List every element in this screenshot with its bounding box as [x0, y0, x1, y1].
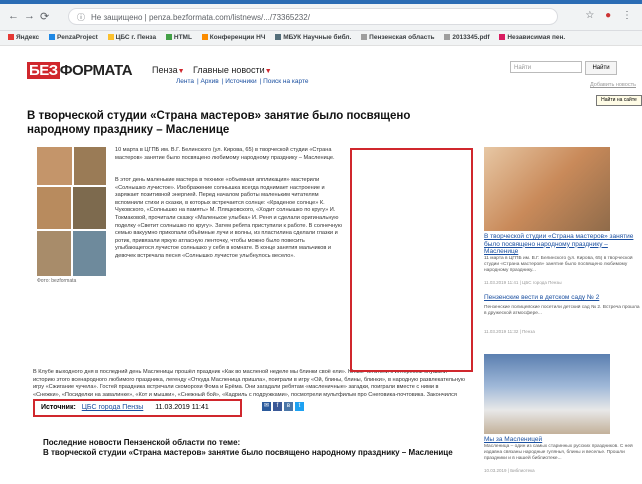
add-news-link[interactable]: Добавить новость: [590, 82, 636, 88]
ad-placeholder: [350, 148, 473, 372]
bookmark-item[interactable]: 2013345.pdf: [444, 34, 490, 41]
forward-icon[interactable]: →: [24, 10, 35, 22]
latest-heading: Последние новости Пензенской области по …: [43, 438, 241, 447]
subnav-link[interactable]: Поиск на карте: [263, 78, 308, 85]
bookmark-icon: [48, 34, 55, 41]
sidebar-item-text: 11 марта в ЦГПБ им. В.Г. Белинского (ул.…: [484, 255, 633, 273]
sidebar-item-date: 11.03.2019 11:32 | Пенза: [484, 328, 535, 334]
dropdown-icon: ▼: [264, 68, 272, 75]
article-title: В творческой студии «Страна мастеров» за…: [27, 110, 411, 136]
city-label: Пенза: [152, 65, 178, 75]
sidebar-news-item[interactable]: В творческой студии «Страна мастеров» за…: [484, 147, 642, 285]
source-label: Источник:: [41, 404, 76, 411]
bookmark-icon: [444, 34, 451, 41]
sidebar-thumbnail[interactable]: [484, 354, 610, 434]
sub-navigation: Лента | Архив | Источники | Поиск на карте: [176, 78, 309, 85]
bookmark-item[interactable]: HTML: [165, 34, 192, 41]
star-icon[interactable]: ☆: [585, 10, 594, 21]
main-news-label: Главные новости: [193, 65, 265, 75]
sidebar-item-title[interactable]: Мы за Масленицей: [484, 436, 642, 444]
sidebar-item-text: Масленица – один из самых старинных русс…: [484, 443, 633, 461]
vk-share-icon[interactable]: в: [284, 402, 293, 411]
subnav-link[interactable]: Источники: [225, 78, 256, 85]
bookmark-item[interactable]: Конференции НЧ: [201, 34, 265, 41]
bookmark-item[interactable]: PenzaProject: [48, 34, 98, 41]
twitter-share-icon[interactable]: t: [295, 402, 304, 411]
source-link[interactable]: ЦБС города Пензы: [82, 404, 144, 411]
logo-dark-part: ФОРМАТА: [59, 62, 133, 79]
web-page: БЕЗ ФОРМАТА Пенза▼ Главные новости▼ Лента…: [0, 46, 642, 484]
latest-title[interactable]: В творческой студии «Страна мастеров» за…: [43, 448, 463, 458]
site-logo[interactable]: БЕЗ ФОРМАТА: [27, 62, 133, 79]
url-text: Не защищено | penza.bezformata.com/listn…: [91, 13, 310, 22]
bookmark-item[interactable]: Независимая пен.: [499, 34, 565, 41]
bookmark-item[interactable]: МБУК Научные библ.: [275, 34, 351, 41]
bookmark-icon: [107, 34, 114, 41]
search-button[interactable]: Найти: [585, 61, 617, 75]
back-icon[interactable]: ←: [8, 10, 19, 22]
logo-red-part: БЕЗ: [27, 62, 60, 79]
sidebar-news-item[interactable]: Пензенские вести в детском саду № 2 Пенз…: [484, 294, 642, 334]
dropdown-icon: ▼: [177, 68, 185, 75]
extension-icon[interactable]: ●: [605, 10, 611, 21]
top-navigation: Пенза▼ Главные новости▼: [152, 65, 272, 75]
email-share-icon[interactable]: ✉: [262, 402, 271, 411]
photo-caption: Фото: bezformata: [37, 278, 77, 284]
city-selector[interactable]: Пенза▼: [152, 65, 185, 75]
article-photo[interactable]: [37, 147, 72, 185]
menu-icon[interactable]: ⋮: [622, 10, 632, 21]
reload-icon[interactable]: ⟳: [40, 10, 49, 23]
latest-news-block: Последние новости Пензенской области по …: [43, 438, 463, 458]
article-paragraph: 10 марта в ЦГПБ им. В.Г. Белинского (ул.…: [115, 147, 335, 161]
sidebar-item-text: Пензенские полицейские посетили детский …: [484, 304, 640, 316]
bookmarks-bar: Яндекс PenzaProject ЦБС г. Пенза HTML Ко…: [0, 31, 642, 46]
site-search-input[interactable]: Найти: [510, 61, 582, 73]
article-photo[interactable]: [74, 147, 106, 185]
info-icon[interactable]: ⓘ: [77, 9, 85, 24]
address-bar[interactable]: ⓘ Не защищено | penza.bezformata.com/lis…: [68, 8, 558, 25]
bookmark-icon: [201, 34, 208, 41]
bookmark-icon: [165, 34, 172, 41]
browser-toolbar: ← → ⟳ ⓘ Не защищено | penza.bezformata.c…: [0, 4, 642, 31]
article-photo[interactable]: [37, 187, 71, 229]
sidebar-item-date: 11.03.2019 11:41 | ЦБС города Пензы: [484, 279, 562, 285]
article-paragraph: В Клубе выходного дня в последний день М…: [33, 369, 465, 398]
sidebar-item-date: 10.03.2019 | Библиотека: [484, 467, 535, 473]
subnav-link[interactable]: Лента: [176, 78, 194, 85]
facebook-share-icon[interactable]: f: [273, 402, 282, 411]
source-info: Источник: ЦБС города Пензы 11.03.2019 11…: [33, 399, 242, 417]
sidebar-item-title[interactable]: В творческой студии «Страна мастеров» за…: [484, 233, 642, 256]
article-paragraph: В этот день маленькие мастера в технике …: [115, 177, 343, 259]
browser-actions: ☆ ● ⋮: [585, 10, 632, 21]
source-date: 11.03.2019 11:41: [155, 404, 209, 411]
bookmark-icon: [361, 34, 368, 41]
sidebar-thumbnail[interactable]: [484, 147, 610, 231]
bookmark-item[interactable]: Пензенская область: [361, 34, 435, 41]
bookmark-item[interactable]: ЦБС г. Пенза: [107, 34, 156, 41]
main-news-selector[interactable]: Главные новости▼: [193, 65, 272, 75]
bookmark-item[interactable]: Яндекс: [8, 34, 39, 41]
bookmark-icon: [8, 34, 14, 41]
article-photo[interactable]: [73, 187, 106, 229]
article-photo[interactable]: [37, 231, 71, 276]
sidebar-news-item[interactable]: Мы за Масленицей Масленица – один из сам…: [484, 354, 642, 473]
article-photo[interactable]: [73, 231, 106, 276]
tooltip: Найти на сайте: [596, 95, 642, 106]
subnav-link[interactable]: Архив: [201, 78, 219, 85]
bookmark-icon: [275, 34, 282, 41]
bookmark-icon: [499, 34, 506, 41]
sidebar-item-title[interactable]: Пензенские вести в детском саду № 2: [484, 294, 642, 302]
